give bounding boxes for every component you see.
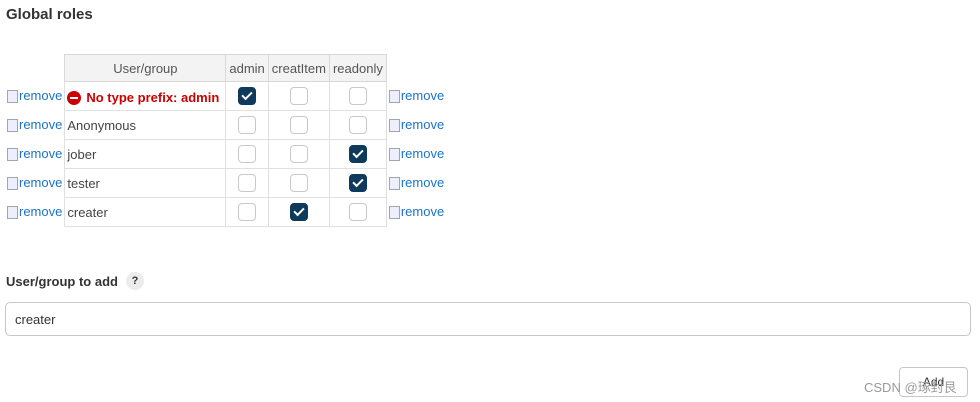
user-group-name: creater: [64, 197, 227, 227]
checkbox-admin[interactable]: [238, 145, 257, 163]
checkbox-admin[interactable]: [238, 87, 257, 105]
broken-image-icon: [7, 176, 18, 190]
header-admin: admin: [225, 54, 269, 82]
broken-image-icon: [7, 89, 18, 103]
user-group-to-add-label: User/group to add ?: [6, 272, 144, 290]
roles-table: User/group admin creatItem readonly remo…: [5, 54, 446, 227]
checkbox-readonly[interactable]: [348, 87, 367, 105]
table-row: remove tester remove: [5, 168, 446, 198]
broken-image-icon: [388, 89, 400, 103]
remove-link[interactable]: remove: [388, 146, 444, 161]
no-entry-icon: [67, 90, 82, 105]
header-readonly: readonly: [328, 54, 387, 82]
broken-image-icon: [388, 205, 400, 219]
remove-link[interactable]: remove: [388, 175, 444, 190]
remove-link[interactable]: remove: [388, 88, 444, 103]
broken-image-icon: [7, 147, 18, 161]
user-group-name: Anonymous: [64, 110, 227, 140]
broken-image-icon: [388, 147, 400, 161]
user-group-name: tester: [64, 168, 227, 198]
header-user-group: User/group: [64, 54, 227, 82]
remove-link[interactable]: remove: [388, 204, 444, 219]
remove-link[interactable]: remove: [7, 204, 62, 219]
header-creatitem: creatItem: [267, 54, 330, 82]
checkbox-readonly[interactable]: [348, 203, 367, 221]
remove-link[interactable]: remove: [388, 117, 444, 132]
remove-link[interactable]: remove: [7, 146, 62, 161]
watermark: CSDN @琢封艮: [864, 380, 957, 395]
checkbox-creatitem[interactable]: [289, 116, 308, 134]
page-title: Global roles: [6, 6, 93, 23]
checkbox-admin[interactable]: [238, 116, 257, 134]
error-message: No type prefix: admin: [67, 90, 219, 105]
checkbox-creatitem[interactable]: [289, 203, 308, 221]
checkbox-creatitem[interactable]: [289, 174, 308, 192]
broken-image-icon: [388, 176, 400, 190]
help-icon[interactable]: ?: [125, 272, 144, 290]
broken-image-icon: [7, 118, 18, 132]
checkbox-readonly[interactable]: [348, 174, 367, 192]
remove-link[interactable]: remove: [7, 88, 62, 103]
checkbox-admin[interactable]: [238, 203, 257, 221]
remove-link[interactable]: remove: [7, 117, 62, 132]
checkbox-creatitem[interactable]: [289, 87, 308, 105]
user-group-name: No type prefix: admin: [64, 81, 227, 111]
remove-link[interactable]: remove: [7, 175, 62, 190]
user-group-name: jober: [64, 139, 227, 169]
broken-image-icon: [388, 118, 400, 132]
table-row: remove jober remove: [5, 139, 446, 169]
user-group-input[interactable]: [5, 302, 971, 336]
table-row: remove No type prefix: admin remove: [5, 81, 446, 111]
checkbox-creatitem[interactable]: [289, 145, 308, 163]
table-row: remove Anonymous remove: [5, 110, 446, 140]
broken-image-icon: [7, 205, 18, 219]
table-row: remove creater remove: [5, 197, 446, 227]
checkbox-readonly[interactable]: [348, 145, 367, 163]
checkbox-admin[interactable]: [238, 174, 257, 192]
checkbox-readonly[interactable]: [348, 116, 367, 134]
